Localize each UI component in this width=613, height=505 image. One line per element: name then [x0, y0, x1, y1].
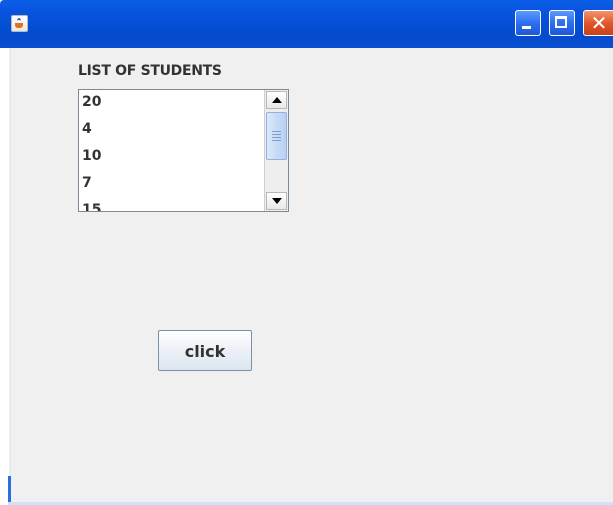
chevron-up-icon — [272, 97, 282, 103]
list-scrollbar[interactable] — [264, 90, 288, 211]
java-cup-icon[interactable] — [11, 15, 28, 32]
list-item[interactable]: 15 — [79, 202, 263, 211]
scroll-up-button[interactable] — [266, 91, 287, 109]
list-item[interactable]: 7 — [79, 175, 263, 202]
maximize-icon — [555, 16, 567, 28]
list-item[interactable]: 10 — [79, 148, 263, 175]
click-button[interactable]: click — [158, 330, 252, 371]
maximize-button[interactable] — [549, 10, 575, 36]
window-left-accent — [8, 476, 11, 505]
students-list-items: 20 4 10 7 15 — [79, 94, 263, 211]
grip-line — [272, 137, 281, 138]
scroll-down-button[interactable] — [266, 192, 287, 210]
window-left-divider — [10, 48, 11, 478]
students-list[interactable]: 20 4 10 7 15 — [78, 89, 289, 212]
close-button[interactable]: ✕ — [583, 10, 613, 36]
grip-line — [272, 134, 281, 135]
grip-line — [272, 131, 281, 132]
list-item[interactable]: 20 — [79, 94, 263, 121]
list-title-label: LIST OF STUDENTS — [78, 63, 222, 79]
click-button-label: click — [184, 342, 226, 361]
chevron-down-icon — [272, 198, 282, 204]
grip-line — [272, 140, 281, 141]
app-window: ✕ LIST OF STUDENTS 20 4 10 7 15 click — [0, 0, 613, 505]
minimize-button[interactable] — [515, 10, 541, 36]
window-left-border — [0, 48, 9, 505]
title-bar[interactable]: ✕ — [0, 0, 613, 48]
scrollbar-thumb[interactable] — [266, 112, 287, 160]
close-icon: ✕ — [590, 11, 608, 35]
minimize-icon — [522, 26, 531, 29]
list-item[interactable]: 4 — [79, 121, 263, 148]
